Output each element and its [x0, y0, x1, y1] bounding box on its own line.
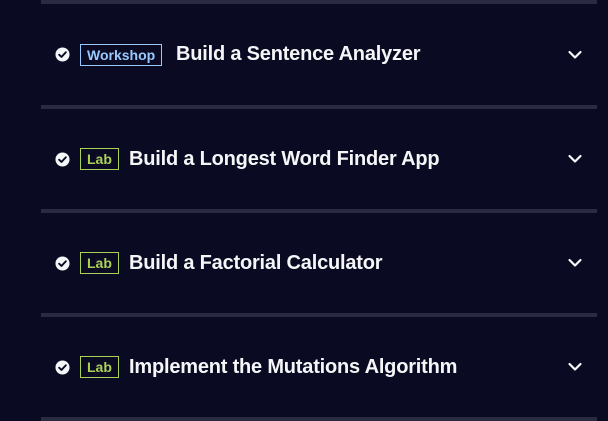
check-circle-icon: [55, 47, 70, 62]
step-type-badge: Workshop: [80, 43, 163, 66]
step-type-badge: Lab: [80, 356, 119, 378]
check-circle-icon: [55, 359, 70, 375]
step-title: Build a Longest Word Finder App: [129, 147, 440, 170]
divider: [41, 417, 597, 421]
step-title: Build a Sentence Analyzer: [176, 43, 421, 65]
step-title: Build a Factorial Calculator: [129, 251, 383, 274]
step-type-badge: Lab: [80, 252, 119, 274]
chevron-down-icon[interactable]: [567, 255, 583, 271]
step-row-sentence-analyzer[interactable]: Workshop Build a Sentence Analyzer: [41, 4, 597, 105]
course-steps-panel: Workshop Build a Sentence Analyzer Lab B…: [0, 0, 608, 421]
step-row-mutations-algorithm[interactable]: Lab Implement the Mutations Algorithm: [41, 317, 597, 417]
chevron-down-icon[interactable]: [567, 151, 583, 167]
step-title: Implement the Mutations Algorithm: [129, 355, 458, 378]
step-row-factorial-calculator[interactable]: Lab Build a Factorial Calculator: [41, 213, 597, 313]
check-circle-icon: [55, 151, 70, 167]
chevron-down-icon[interactable]: [567, 47, 583, 63]
step-row-longest-word-finder[interactable]: Lab Build a Longest Word Finder App: [41, 109, 597, 209]
step-type-badge: Lab: [80, 148, 119, 170]
check-circle-icon: [55, 255, 70, 271]
steps-list: Workshop Build a Sentence Analyzer Lab B…: [41, 0, 597, 421]
chevron-down-icon[interactable]: [567, 359, 583, 375]
